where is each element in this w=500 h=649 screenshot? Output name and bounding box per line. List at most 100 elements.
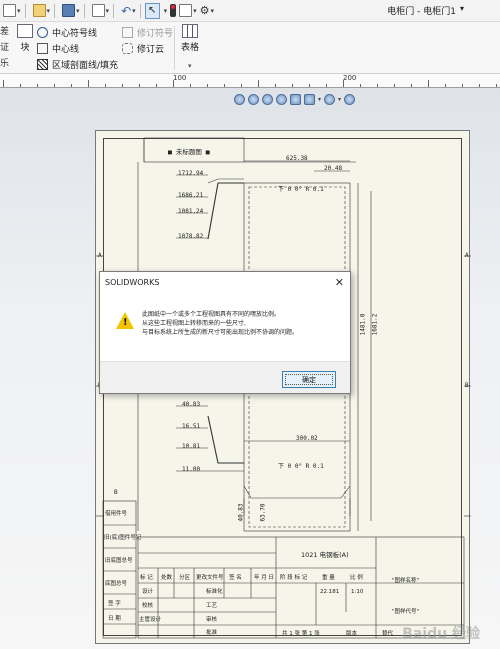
- ruler-tick: [241, 84, 242, 87]
- table-dropdown-icon[interactable]: ▾: [188, 62, 192, 70]
- ruler-tick: [428, 80, 429, 87]
- ruler-tick: [207, 84, 208, 87]
- open-button[interactable]: ▾: [32, 2, 50, 20]
- options-button[interactable]: ⚙ ▾: [200, 2, 214, 20]
- ruler-tick: [88, 80, 89, 87]
- edge-label: 差: [0, 27, 10, 37]
- ruler-tick: [360, 84, 361, 87]
- scale-value: 1:10: [351, 589, 364, 595]
- ruler-tick: [479, 84, 480, 87]
- title-block-cell: 校核: [142, 603, 154, 609]
- centerline-button[interactable]: 中心线: [37, 41, 79, 56]
- message-line: 从这些工程视图上转移而来的一些尺寸,: [142, 320, 246, 327]
- save-icon: [62, 4, 76, 17]
- previous-view-icon[interactable]: [262, 94, 273, 105]
- title-block-cell: 审核: [206, 617, 218, 623]
- section-view-icon[interactable]: [290, 94, 301, 105]
- ok-button[interactable]: 确定: [282, 371, 336, 388]
- dimension-label: 20.48: [324, 165, 343, 172]
- centerline-icon: [37, 43, 48, 54]
- ruler-tick: [20, 84, 21, 87]
- weight-value: 22.181: [320, 589, 340, 595]
- dimension-label: 1681.2: [371, 313, 379, 336]
- title-block-cell: 旧(底)图件号记: [104, 535, 142, 541]
- zoom-to-fit-icon[interactable]: [234, 94, 245, 105]
- annotation-ribbon: 差 证 乐 块 中心符号线 中心线 区域剖面线/填充 修订符号 修订云 表格 ▾: [0, 22, 500, 74]
- ruler-tick: [343, 80, 344, 87]
- gear-icon: ⚙: [199, 4, 210, 17]
- hide-show-icon[interactable]: [324, 94, 336, 105]
- title-block-header: 年 月 日: [254, 575, 274, 581]
- ruler-tick: [156, 84, 157, 87]
- zone-label: B: [114, 489, 118, 496]
- version-label: 版本: [346, 631, 358, 637]
- title-block-cell: 旧底图总号: [105, 558, 133, 564]
- title-block-cell: 底图总号: [105, 581, 128, 587]
- heads-up-view-toolbar: ▾ ▾: [234, 94, 356, 105]
- ruler-tick: [3, 80, 4, 87]
- revision-symbol-icon: [122, 27, 133, 38]
- sheet-count: 共 1 张 第 1 张: [282, 631, 320, 637]
- drawing-code: "图样代号": [392, 609, 420, 615]
- title-block-cell: 主管设计: [139, 617, 162, 623]
- print-button[interactable]: ▾: [91, 2, 109, 20]
- drawing-name: "图样名称": [392, 578, 420, 584]
- rebuild-button[interactable]: [170, 2, 177, 20]
- ruler-tick: [326, 84, 327, 87]
- ruler-label: 200: [343, 74, 357, 82]
- ruler-tick: [190, 84, 191, 87]
- new-file-icon: [3, 4, 16, 17]
- title-block-header: 处数: [161, 575, 173, 581]
- dimension-label: 40.83: [237, 503, 245, 522]
- file-properties-button[interactable]: ▾: [179, 2, 197, 20]
- part-name: 1021 电钢板(A): [301, 551, 349, 559]
- ruler-tick: [462, 84, 463, 87]
- block-icon: [17, 24, 33, 38]
- revision-cloud-button[interactable]: 修订云: [122, 41, 164, 56]
- table-button[interactable]: 表格: [178, 24, 202, 53]
- appearance-icon[interactable]: [344, 94, 356, 105]
- dialog-title-bar[interactable]: SOLIDWORKS ✕: [100, 272, 350, 294]
- title-block-cell: 签 字: [108, 601, 121, 607]
- dimension-label: 1712.94: [178, 170, 204, 177]
- display-style-icon[interactable]: [304, 94, 315, 105]
- select-dropdown[interactable]: ▾: [163, 2, 168, 20]
- save-button[interactable]: ▾: [62, 2, 80, 20]
- ruler-tick: [309, 84, 310, 87]
- close-icon[interactable]: ✕: [335, 276, 344, 289]
- stage-header: 重 量: [322, 575, 335, 581]
- ruler-tick: [258, 80, 259, 87]
- solidworks-message-dialog: SOLIDWORKS ✕ ! 此图纸中一个或多个工程视图具有不同的嘿放比例。 从…: [99, 271, 351, 394]
- block-button[interactable]: 块: [14, 24, 36, 53]
- ruler-tick: [275, 84, 276, 87]
- quick-access-toolbar: ▾ ▾ ▾ ▾ ↶ ▾ ↖ ▾ ▾ ⚙ ▾ 电柜门 - 电柜门1 ▾: [0, 0, 500, 22]
- undo-icon: ↶: [121, 3, 132, 18]
- zoom-to-area-icon[interactable]: [248, 94, 259, 105]
- section-label: 下 0 0° R 0.1: [278, 463, 324, 470]
- horizontal-ruler: 100 200: [0, 74, 500, 88]
- zone-label: B: [465, 382, 469, 389]
- stage-header: 阶 段 标 记: [280, 575, 308, 581]
- cursor-icon: ↖: [147, 5, 157, 16]
- rotate-icon[interactable]: [276, 94, 287, 105]
- select-tool-button[interactable]: ↖: [144, 2, 160, 19]
- undo-button[interactable]: ↶ ▾: [121, 2, 136, 20]
- dimension-label: 1078.82: [178, 233, 204, 240]
- center-mark-icon: [37, 27, 48, 38]
- stage-header: 比 例: [350, 575, 363, 581]
- dialog-title: SOLIDWORKS: [105, 278, 160, 287]
- new-document-button[interactable]: ▾: [3, 2, 21, 20]
- revision-symbol-button[interactable]: 修订符号: [122, 25, 173, 40]
- message-line: 与目标系统上所生成的新尺寸可能出现比例不协调的问题。: [142, 329, 299, 336]
- title-block-header: 标 记: [140, 575, 153, 581]
- dimension-label: 1081.24: [178, 208, 204, 215]
- ruler-tick: [377, 84, 378, 87]
- ruler-tick: [139, 84, 140, 87]
- dimension-label: 40.83: [182, 401, 201, 408]
- title-block-cell: 设计: [142, 589, 154, 595]
- ruler-tick: [394, 84, 395, 87]
- center-mark-button[interactable]: 中心符号线: [37, 25, 97, 40]
- title-block-cell: 日 期: [108, 616, 121, 622]
- dialog-message: 此图纸中一个或多个工程视图具有不同的嘿放比例。 从这些工程视图上转移而来的一些尺…: [142, 310, 298, 337]
- area-hatch-button[interactable]: 区域剖面线/填充: [37, 57, 118, 72]
